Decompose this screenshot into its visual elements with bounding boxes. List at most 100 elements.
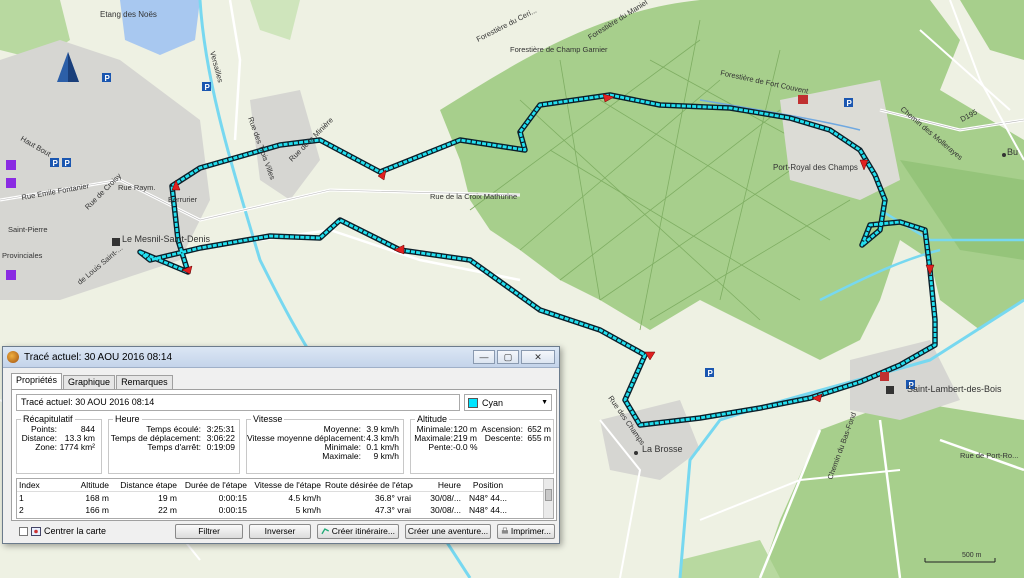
trackpoints-table[interactable]: Index Altitude Distance étape Durée de l… (16, 478, 554, 519)
altitude-group: Altitude Minimale: 120 m Ascension: 652 m M… (410, 414, 554, 474)
descent-label: Descente: (484, 433, 523, 443)
minimize-button[interactable]: — (473, 350, 495, 364)
dialog-title: Tracé actuel: 30 AOU 2016 08:14 (24, 351, 173, 363)
close-button[interactable]: ✕ (521, 350, 555, 364)
cell-speed: 4.5 km/h (288, 493, 321, 503)
cell-altitude: 166 m (85, 505, 109, 515)
col-time[interactable]: Heure (413, 479, 463, 491)
color-swatch (468, 397, 478, 408)
vitesse-group: Vitesse Moyenne: 3.9 km/h Vitesse moyenne… (246, 414, 404, 474)
heure-legend: Heure (115, 414, 140, 424)
cell-time: 30/08/... (430, 505, 461, 515)
descent-value: 655 m (527, 433, 551, 443)
town-dot-icon (1002, 153, 1006, 157)
col-altitude[interactable]: Altitude (67, 479, 111, 491)
center-map-checkbox[interactable] (19, 526, 28, 536)
heure-group: Heure Temps écoulé: 3:25:31 Temps de dépl… (108, 414, 240, 474)
tab-remarques[interactable]: Remarques (116, 375, 173, 389)
cell-distance: 22 m (158, 505, 177, 515)
parking-icon: P (705, 368, 714, 378)
create-route-button[interactable]: Créer itinéraire... (317, 523, 399, 539)
label-saint-lambert: Saint-Lambert-des-Bois (907, 384, 1002, 394)
stopped-time-value: 0:19:09 (206, 442, 235, 452)
svg-text:P: P (65, 159, 71, 168)
label-port-royal: Port-Royal des Champs (773, 163, 858, 172)
maximize-button[interactable]: ▢ (497, 350, 519, 364)
recap-group: Récapitulatif Points: 844 Distance: 13.3 k… (16, 414, 102, 474)
center-map-label: Centrer la carte (44, 526, 107, 536)
cell-index: 1 (19, 493, 24, 503)
invert-button[interactable]: Inverser (249, 523, 311, 539)
scale-label: 500 m (962, 552, 982, 559)
cell-position: N48° 44... (469, 493, 507, 503)
recap-legend: Récapitulatif (23, 414, 73, 424)
svg-text:P: P (205, 83, 211, 92)
create-route-label: Créer itinéraire... (331, 525, 395, 536)
cell-distance: 19 m (158, 493, 177, 503)
svg-text:P: P (847, 99, 853, 108)
center-map-checkbox-row[interactable]: Centrer la carte (19, 526, 175, 536)
svg-text:P: P (708, 369, 714, 378)
col-duration[interactable]: Durée de l'étape (179, 479, 249, 491)
label-saint-pierre: Saint-Pierre (8, 225, 48, 234)
table-row[interactable]: 1 168 m 19 m 0:00:15 4.5 km/h 36.8° vrai… (17, 492, 553, 504)
label-mesnil: Le Mesnil-Saint-Denis (122, 234, 211, 244)
zone-label: Zone: (35, 442, 57, 452)
track-properties-dialog[interactable]: Tracé actuel: 30 AOU 2016 08:14 — ▢ ✕ Pr… (2, 346, 560, 544)
stopped-time-label: Temps d'arrêt: (147, 442, 201, 452)
print-label: Imprimer... (510, 525, 551, 536)
parking-icon: P (50, 158, 59, 168)
slope-value: -0.0 % (453, 442, 478, 452)
track-name-input[interactable]: Tracé actuel: 30 AOU 2016 08:14 (16, 394, 460, 411)
cell-index: 2 (19, 505, 24, 515)
label-rue-raym: Rue Raym. (118, 183, 156, 192)
cell-time: 30/08/... (430, 493, 461, 503)
town-dot-icon (634, 451, 638, 455)
scrollbar-thumb[interactable] (545, 489, 552, 501)
table-scrollbar[interactable] (543, 479, 553, 518)
label-rue-croix-mathurine: Rue de la Croix Mathurine (430, 192, 517, 201)
tab-bar: Propriétés Graphique Remarques (11, 373, 174, 389)
label-bu: Bu (1007, 147, 1018, 157)
cell-altitude: 168 m (85, 493, 109, 503)
create-adventure-button[interactable]: Créer une aventure... (405, 523, 491, 539)
speed-max-value: 9 km/h (373, 451, 399, 461)
slope-label: Pente: (428, 442, 453, 452)
filter-button[interactable]: Filtrer (175, 523, 243, 539)
label-rue-port-royal: Rue de Port-Ro... (960, 451, 1018, 460)
speed-max-label: Maximale: (322, 451, 361, 461)
zone-value: 1774 km² (59, 442, 95, 452)
center-map-icon (31, 526, 41, 536)
tab-graphique[interactable]: Graphique (63, 375, 116, 389)
label-forestiere-champ-garnier: Forestière de Champ Garnier (510, 45, 608, 54)
dialog-titlebar[interactable]: Tracé actuel: 30 AOU 2016 08:14 — ▢ ✕ (3, 347, 559, 368)
chevron-down-icon: ▼ (541, 399, 548, 406)
col-index[interactable]: Index (17, 479, 67, 491)
route-icon (321, 528, 330, 535)
table-header: Index Altitude Distance étape Durée de l… (17, 479, 553, 492)
properties-panel: Tracé actuel: 30 AOU 2016 08:14 Cyan ▼ R… (11, 389, 557, 521)
col-course[interactable]: Route désirée de l'étape (323, 479, 413, 491)
cell-speed: 5 km/h (295, 505, 321, 515)
vitesse-legend: Vitesse (253, 414, 283, 424)
label-la-brosse: La Brosse (642, 444, 683, 454)
parking-icon: P (102, 73, 111, 83)
table-row[interactable]: 2 166 m 22 m 0:00:15 5 km/h 47.3° vrai 3… (17, 504, 553, 516)
dialog-bottom-bar: Centrer la carte Filtrer Inverser Créer … (19, 523, 555, 539)
col-speed[interactable]: Vitesse de l'étape (249, 479, 323, 491)
cell-course: 36.8° vrai (374, 493, 411, 503)
cell-course: 47.3° vrai (374, 505, 411, 515)
printer-icon (501, 527, 508, 534)
cell-position: N48° 44... (469, 505, 507, 515)
col-position[interactable]: Position (463, 479, 513, 491)
tab-proprietes[interactable]: Propriétés (11, 373, 63, 389)
parking-icon: P (844, 98, 853, 108)
altitude-legend: Altitude (417, 414, 448, 424)
color-select[interactable]: Cyan ▼ (464, 394, 552, 411)
print-button[interactable]: Imprimer... (497, 523, 555, 539)
svg-text:P: P (105, 74, 111, 83)
col-distance[interactable]: Distance étape (111, 479, 179, 491)
app-icon (7, 351, 19, 363)
parking-icon: P (62, 158, 71, 168)
color-label: Cyan (482, 397, 504, 408)
